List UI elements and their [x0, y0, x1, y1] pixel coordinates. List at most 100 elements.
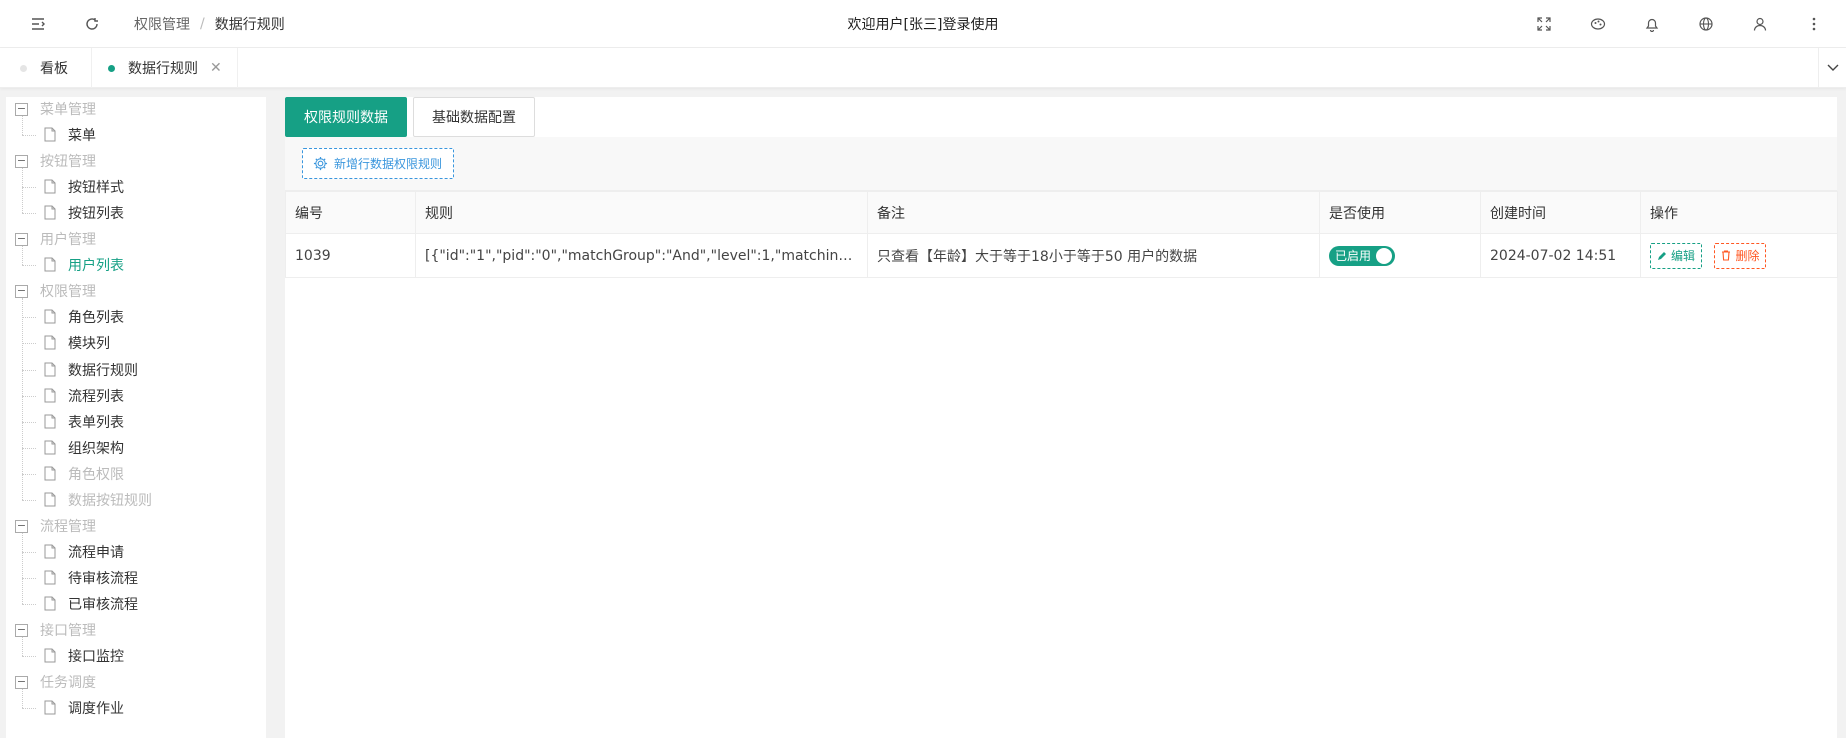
- breadcrumb-separator: /: [200, 16, 205, 32]
- column-header-enabled: 是否使用: [1319, 191, 1481, 234]
- tree-connector: [22, 213, 36, 215]
- tree-leaf[interactable]: 接口监控: [6, 643, 266, 669]
- user-icon[interactable]: [1748, 12, 1772, 36]
- table-header-row: 编号 规则 备注 是否使用 创建时间 操作: [285, 191, 1838, 234]
- collapse-toggle-icon[interactable]: −: [15, 285, 28, 299]
- tree-leaf-label: 按钮列表: [68, 206, 124, 223]
- breadcrumb-item-permissions[interactable]: 权限管理: [134, 14, 190, 34]
- table-toolbar: 新增行数据权限规则: [285, 137, 1837, 191]
- tree-group[interactable]: − 任务调度: [6, 669, 266, 695]
- delete-button[interactable]: 删除: [1714, 242, 1767, 269]
- tree-group[interactable]: − 按钮管理: [6, 148, 266, 174]
- delete-label: 删除: [1735, 249, 1760, 263]
- column-header-rule: 规则: [415, 191, 868, 234]
- tree-connector: [22, 369, 36, 371]
- tree-leaf-label: 模块列: [68, 336, 110, 353]
- edit-button[interactable]: 编辑: [1650, 242, 1703, 269]
- trash-icon: [1722, 250, 1731, 261]
- cell-created: 2024-07-02 14:51: [1480, 233, 1641, 278]
- tree-connector: [22, 708, 36, 710]
- more-vertical-icon[interactable]: [1802, 12, 1826, 36]
- add-row-rule-button[interactable]: 新增行数据权限规则: [302, 148, 455, 179]
- tree-leaf[interactable]: 按钮列表: [6, 200, 266, 226]
- tree-connector: [22, 343, 36, 345]
- tree-connector: [22, 135, 36, 137]
- rules-table: 编号 规则 备注 是否使用 创建时间 操作 1039 [{"id":"1","p…: [285, 191, 1838, 278]
- tree-group[interactable]: − 用户管理: [6, 226, 266, 252]
- tab-dashboard[interactable]: 看板: [0, 48, 92, 88]
- breadcrumb: 权限管理 / 数据行规则: [134, 0, 285, 48]
- tab-data-row-rules[interactable]: 数据行规则 ✕: [92, 48, 238, 88]
- file-icon: [44, 362, 56, 376]
- tree-group[interactable]: − 流程管理: [6, 513, 266, 539]
- enabled-toggle[interactable]: 已启用: [1329, 245, 1395, 266]
- tree-leaf-label: 调度作业: [68, 701, 124, 718]
- tab-status-dot: [20, 64, 27, 72]
- tree-group[interactable]: − 菜单管理: [6, 96, 266, 122]
- tree-leaf[interactable]: 数据行规则: [6, 357, 266, 383]
- file-icon: [44, 309, 56, 324]
- tree-group[interactable]: − 接口管理: [6, 617, 266, 643]
- bell-icon[interactable]: [1640, 12, 1664, 36]
- tree-leaf[interactable]: 流程列表: [6, 383, 266, 409]
- tree-group[interactable]: − 权限管理: [6, 278, 266, 304]
- tree-connector: [22, 265, 36, 267]
- tree-connector: [22, 395, 36, 397]
- tree-leaf[interactable]: 菜单: [6, 122, 266, 148]
- tree-leaf[interactable]: 模块列: [6, 330, 266, 356]
- collapse-toggle-icon[interactable]: −: [15, 624, 28, 637]
- tree-connector: [22, 168, 23, 214]
- page-tab-bar: 看板 数据行规则 ✕: [0, 48, 1846, 88]
- table-row: 1039 [{"id":"1","pid":"0","matchGroup":"…: [285, 233, 1838, 278]
- collapse-toggle-icon[interactable]: −: [15, 155, 28, 169]
- menu-fold-icon[interactable]: [26, 12, 50, 36]
- column-header-actions: 操作: [1640, 191, 1838, 234]
- tree-group-label: 按钮管理: [40, 154, 96, 171]
- tree-leaf[interactable]: 按钮样式: [6, 174, 266, 200]
- file-icon: [44, 544, 56, 559]
- tab-label: 数据行规则: [128, 61, 198, 77]
- tree-leaf[interactable]: 角色列表: [6, 304, 266, 330]
- tree-connector: [22, 246, 23, 266]
- tree-leaf-label: 流程申请: [68, 544, 124, 561]
- tree-group-label: 用户管理: [40, 232, 96, 249]
- tree-group-label: 权限管理: [40, 284, 96, 301]
- theme-icon[interactable]: [1586, 12, 1610, 36]
- tree-leaf[interactable]: 用户列表: [6, 252, 266, 278]
- fullscreen-icon[interactable]: [1532, 12, 1556, 36]
- tab-permission-rule-data[interactable]: 权限规则数据: [285, 97, 407, 137]
- tree-leaf[interactable]: 角色权限: [6, 461, 266, 487]
- tree-leaf[interactable]: 流程申请: [6, 539, 266, 565]
- refresh-icon[interactable]: [80, 12, 104, 36]
- collapse-toggle-icon[interactable]: −: [15, 233, 28, 247]
- tree-leaf-label: 接口监控: [68, 649, 124, 666]
- tree-connector: [22, 532, 23, 604]
- tree-connector: [22, 689, 23, 709]
- tree-leaf[interactable]: 表单列表: [6, 409, 266, 435]
- toggle-label: 已启用: [1335, 249, 1372, 263]
- tree-leaf[interactable]: 数据按钮规则: [6, 487, 266, 513]
- main-panel: 权限规则数据 基础数据配置 新增行数据权限规则 编号 规则 备注 是否使用 创建…: [285, 97, 1838, 738]
- collapse-toggle-icon[interactable]: −: [15, 103, 28, 116]
- close-icon[interactable]: ✕: [210, 60, 222, 76]
- tree-leaf[interactable]: 已审核流程: [6, 591, 266, 617]
- tree-leaf[interactable]: 调度作业: [6, 695, 266, 721]
- tree-leaf-label: 数据行规则: [68, 362, 138, 379]
- tree-connector: [22, 447, 36, 449]
- file-icon: [44, 127, 56, 142]
- cell-id: 1039: [285, 233, 416, 278]
- tree-leaf-label: 角色权限: [68, 466, 124, 483]
- collapse-toggle-icon[interactable]: −: [15, 676, 28, 690]
- tab-basic-data-config[interactable]: 基础数据配置: [413, 97, 535, 137]
- tree-leaf[interactable]: 组织架构: [6, 435, 266, 461]
- collapse-toggle-icon[interactable]: −: [15, 519, 28, 533]
- chevron-down-icon[interactable]: [1818, 48, 1846, 88]
- tree-leaf[interactable]: 待审核流程: [6, 565, 266, 591]
- tree-leaf-label: 已审核流程: [68, 596, 138, 613]
- welcome-text: 欢迎用户[张三]登录使用: [847, 17, 999, 33]
- cell-enabled: 已启用: [1319, 233, 1481, 278]
- file-icon: [44, 492, 56, 507]
- tree-leaf-label: 数据按钮规则: [68, 492, 152, 509]
- tab-label: 看板: [40, 61, 68, 77]
- globe-icon[interactable]: [1694, 12, 1718, 36]
